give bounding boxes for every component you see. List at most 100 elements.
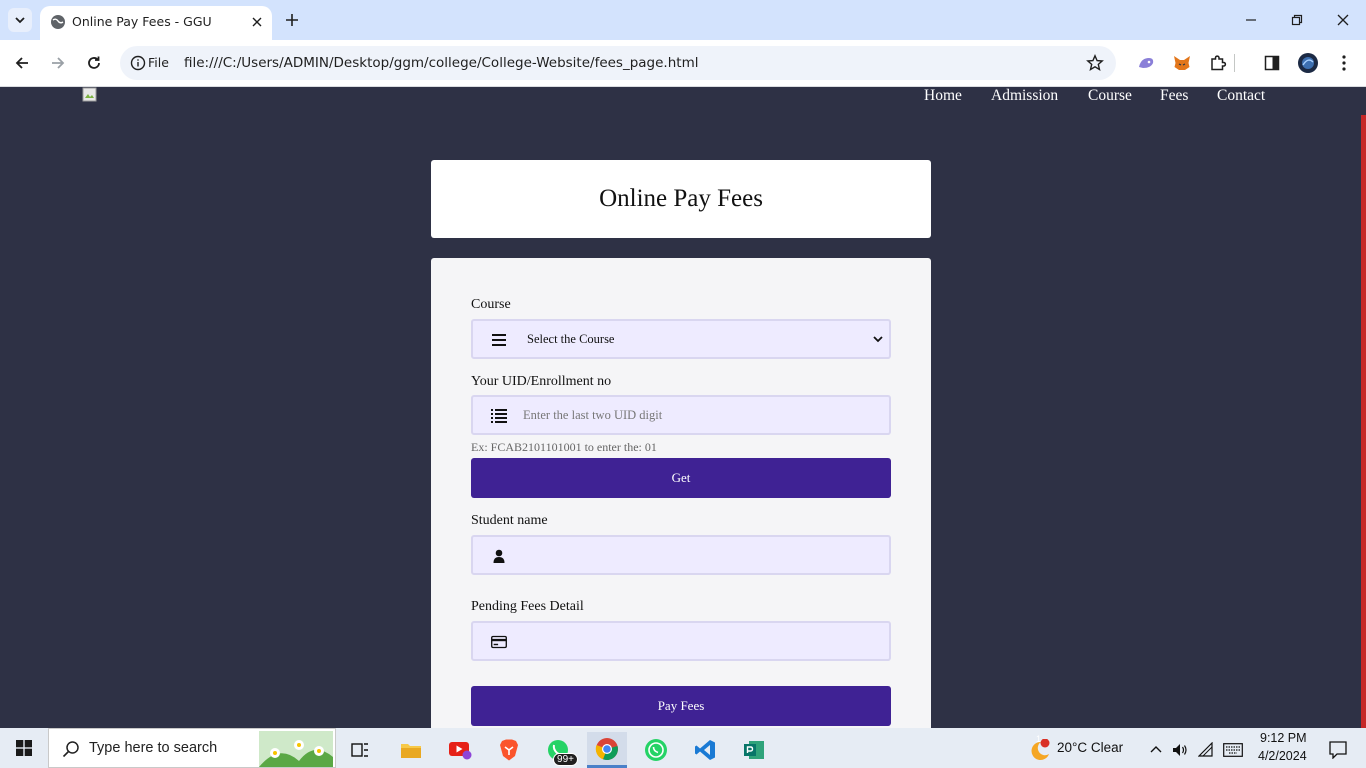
publisher-icon [744, 741, 764, 759]
start-button[interactable] [0, 728, 48, 768]
star-icon[interactable] [1086, 54, 1104, 72]
minimize-button[interactable] [1241, 10, 1261, 30]
course-select[interactable]: Select the Course [471, 319, 891, 359]
whatsapp-badge: 99+ [553, 753, 578, 766]
restore-button[interactable] [1287, 10, 1307, 30]
vscode-app[interactable] [685, 732, 725, 768]
info-icon[interactable] [130, 55, 146, 71]
search-icon [62, 741, 79, 758]
taskbar-search-box[interactable]: Type here to search [48, 728, 336, 768]
forward-button[interactable] [47, 52, 69, 74]
publisher-app[interactable] [734, 732, 774, 768]
pay-fees-button[interactable]: Pay Fees [471, 686, 891, 726]
brave-browser-app[interactable] [489, 732, 529, 768]
url-text[interactable]: file:///C:/Users/ADMIN/Desktop/ggm/colle… [184, 55, 698, 71]
toolbar-divider [1234, 54, 1235, 72]
avatar-icon [1298, 53, 1318, 73]
whatsapp-app[interactable] [636, 732, 676, 768]
weather-text[interactable]: 20°C Clear [1057, 740, 1123, 755]
menu-icon [491, 332, 507, 348]
pending-fees-field[interactable] [471, 621, 891, 661]
weather-alert-badge: 1 [1036, 734, 1042, 744]
get-button[interactable]: Get [471, 458, 891, 498]
notifications-button[interactable] [1318, 732, 1358, 768]
wifi-icon [1198, 742, 1213, 757]
clock-date[interactable]: 4/2/2024 [1258, 749, 1307, 763]
new-tab-button[interactable] [282, 10, 302, 30]
arrow-left-icon [15, 57, 28, 69]
file-explorer-app[interactable] [391, 732, 431, 768]
clock-time[interactable]: 9:12 PM [1260, 731, 1307, 745]
media-app[interactable] [440, 732, 480, 768]
browser-menu-button[interactable] [1334, 53, 1354, 73]
close-window-button[interactable] [1333, 10, 1353, 30]
chevron-down-icon [15, 17, 25, 24]
extension-bird-icon [1139, 58, 1154, 68]
profile-avatar[interactable] [1298, 53, 1318, 73]
back-button[interactable] [11, 52, 33, 74]
globe-icon [51, 15, 65, 29]
plus-icon [286, 14, 298, 26]
nav-fees-link[interactable]: Fees [1160, 87, 1188, 105]
broken-image-icon [82, 87, 97, 102]
browser-tab-strip: Online Pay Fees - GGU [0, 0, 1366, 40]
task-view-icon [351, 743, 368, 757]
user-icon [491, 548, 507, 564]
pending-fees-label: Pending Fees Detail [471, 599, 584, 614]
chevron-down-icon [873, 336, 883, 343]
extensions-button[interactable] [1208, 53, 1228, 73]
notification-icon [1329, 741, 1347, 759]
tab-title: Online Pay Fees - GGU [72, 14, 212, 29]
nav-contact-link[interactable]: Contact [1217, 87, 1265, 105]
nav-course-link[interactable]: Course [1088, 87, 1132, 105]
youtube-icon [449, 742, 472, 760]
arrow-right-icon [52, 57, 65, 69]
keyboard-icon [1223, 743, 1243, 757]
browser-tab[interactable]: Online Pay Fees - GGU [40, 6, 272, 40]
uid-placeholder: Enter the last two UID digit [523, 408, 663, 422]
list-icon [491, 408, 507, 424]
vscode-icon [695, 740, 715, 760]
nav-admission-link[interactable]: Admission [991, 87, 1058, 105]
volume-button[interactable] [1170, 732, 1190, 768]
page-title: Online Pay Fees [431, 160, 931, 238]
more-vert-icon [1342, 55, 1346, 71]
search-placeholder: Type here to search [89, 740, 218, 756]
restore-icon [1291, 14, 1303, 26]
uid-input[interactable]: Enter the last two UID digit [471, 395, 891, 435]
puzzle-icon [1211, 55, 1227, 71]
windows-icon [16, 740, 32, 756]
uid-hint: Ex: FCAB2101101001 to enter the: 01 [471, 440, 657, 454]
fox-icon [1174, 56, 1190, 70]
side-panel-button[interactable] [1262, 53, 1282, 73]
speaker-icon [1173, 744, 1187, 756]
keyboard-button[interactable] [1222, 732, 1244, 768]
course-select-value: Select the Course [527, 332, 615, 346]
minimize-icon [1246, 19, 1256, 21]
windows-taskbar: Type here to search 99+ 1 20°C Clear 9:1… [0, 728, 1366, 768]
scroll-thumb[interactable] [1361, 115, 1366, 728]
network-button[interactable] [1196, 732, 1216, 768]
chrome-taskbar-app[interactable] [587, 732, 627, 768]
address-bar[interactable]: File file:///C:/Users/ADMIN/Desktop/ggm/… [120, 46, 1116, 80]
extension-icon[interactable] [1136, 53, 1156, 73]
reload-button[interactable] [83, 52, 105, 74]
uid-label: Your UID/Enrollment no [471, 374, 612, 389]
chevron-up-icon [1150, 746, 1162, 753]
student-name-field[interactable] [471, 535, 891, 575]
folder-icon [401, 744, 421, 758]
whatsapp-taskbar-app[interactable]: 99+ [538, 732, 578, 768]
page-scrollbar[interactable] [1360, 87, 1366, 728]
metamask-extension[interactable] [1172, 53, 1192, 73]
chrome-icon [595, 737, 618, 760]
course-label: Course [471, 297, 511, 312]
fees-form: Course Select the Course Your UID/Enroll… [431, 258, 931, 728]
tab-close-button[interactable] [248, 13, 266, 31]
nav-home-link[interactable]: Home [924, 87, 962, 105]
credit-card-icon [491, 634, 507, 650]
tab-search-button[interactable] [8, 8, 32, 32]
show-hidden-icons-button[interactable] [1146, 732, 1166, 768]
close-icon [1337, 14, 1349, 26]
task-view-button[interactable] [340, 732, 380, 768]
reload-icon [88, 56, 100, 69]
